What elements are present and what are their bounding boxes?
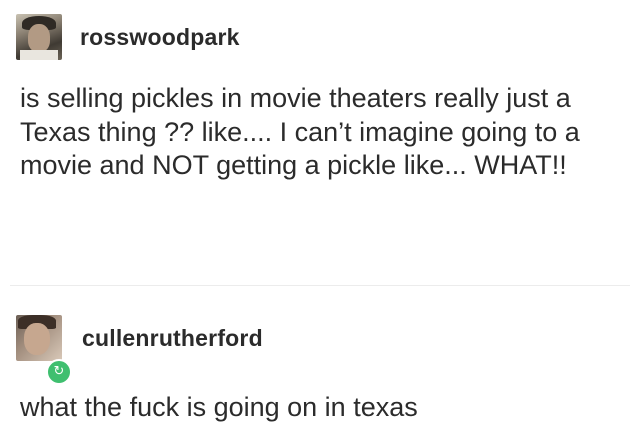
post-original: rosswoodpark is selling pickles in movie…	[0, 0, 640, 283]
post-header: ↻ cullenrutherford	[16, 315, 263, 385]
post-divider	[10, 285, 630, 286]
post-header: rosswoodpark	[16, 14, 240, 60]
avatar[interactable]	[16, 315, 62, 361]
username[interactable]: cullenrutherford	[82, 325, 263, 352]
post-body-text: what the fuck is going on in texas	[20, 392, 418, 422]
post-body-text: is selling pickles in movie theaters rea…	[20, 83, 580, 180]
post-reblog: ↻ cullenrutherford what the fuck is goin…	[0, 291, 640, 441]
reblog-icon: ↻	[46, 359, 72, 385]
avatar[interactable]	[16, 14, 62, 60]
username[interactable]: rosswoodpark	[80, 24, 240, 51]
